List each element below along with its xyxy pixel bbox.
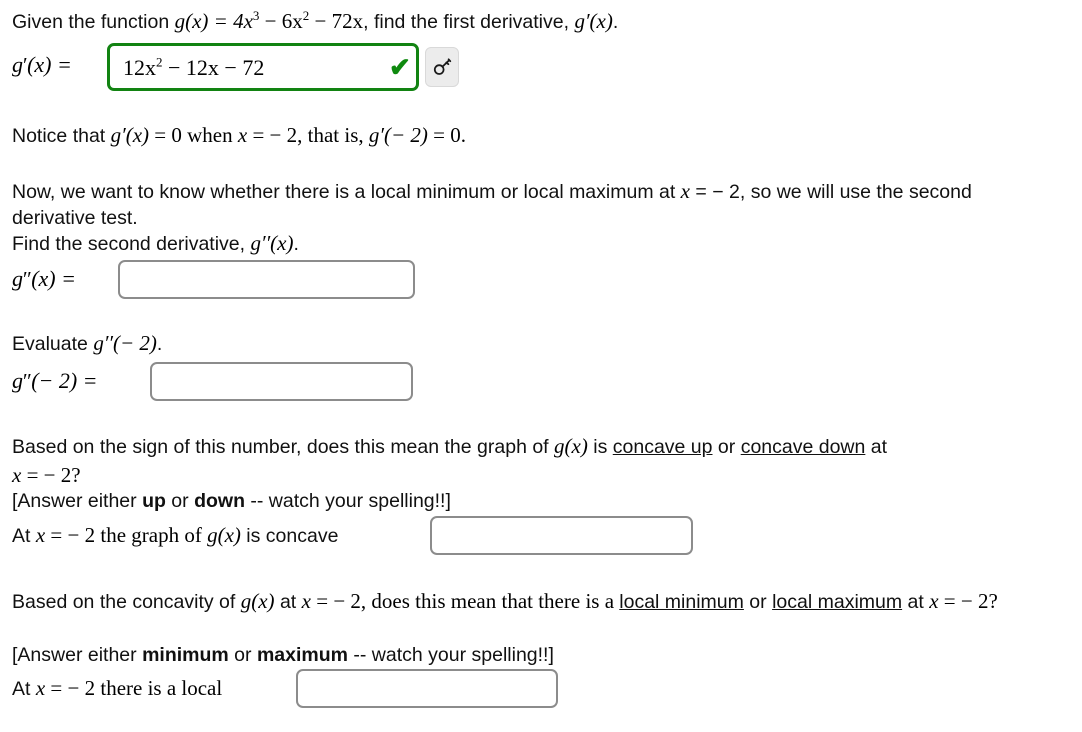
problem-function-mid: − 6x: [259, 9, 303, 33]
q4-label-math-x: x: [35, 523, 46, 547]
q1-label-g: g: [12, 52, 23, 77]
problem-intro-prefix: Given the function: [12, 11, 175, 33]
q5-label-b: = − 2 there is a local: [45, 676, 223, 700]
q2-label-g: g: [12, 266, 23, 291]
problem-intro-suffix: , find the first derivative,: [363, 11, 575, 33]
explanation-math-x: x: [680, 179, 690, 203]
q3-label: g′′(− 2) =: [12, 368, 98, 394]
concavity-line2-text: = − 2?: [21, 463, 81, 487]
explanation-second-derivative: g′′(x): [250, 231, 294, 255]
q1-label-arg: (x) =: [27, 52, 72, 77]
q2-label: g′′(x) =: [12, 266, 76, 292]
q3-label-g: g: [12, 368, 23, 393]
q2-label-primes: ′′: [23, 267, 32, 291]
notice-text-3: = − 2, that is,: [247, 123, 369, 147]
concavity-hint-a: [Answer either: [12, 490, 143, 512]
q1-answer-key-button[interactable]: [425, 47, 459, 87]
problem-statement: Given the function g(x) = 4x3 − 6x2 − 72…: [12, 8, 1072, 35]
q2-answer-input[interactable]: [118, 260, 415, 299]
concavity-hint-b: -- watch your spelling!!]: [244, 490, 451, 512]
evaluate-period: .: [156, 333, 163, 355]
problem-function-g: g(x) = 4x3 − 6x2 − 72x: [174, 8, 364, 33]
concavity-question-line2: x = − 2?: [12, 462, 1034, 489]
q5-label-math-x: x: [35, 676, 46, 700]
extremum-hint-minimum: minimum: [142, 644, 229, 666]
extremum-hint-mid: or: [228, 644, 257, 666]
concavity-text-c: at: [865, 436, 888, 458]
explanation-period: .: [293, 233, 299, 255]
concavity-math-g: g(x): [554, 434, 588, 458]
extremum-hint-b: -- watch your spelling!!]: [347, 644, 554, 666]
concave-down-link[interactable]: concave down: [741, 436, 866, 458]
problem-intro-period: .: [612, 11, 619, 33]
q5-label: At x = − 2 there is a local: [12, 675, 312, 702]
concavity-or: or: [712, 436, 741, 458]
q1-answer-input[interactable]: [107, 43, 419, 91]
q4-label-b: = − 2 the graph of: [45, 523, 208, 547]
concavity-question: Based on the sign of this number, does t…: [12, 433, 1034, 460]
extremum-math-x: x: [301, 589, 311, 613]
local-minimum-link[interactable]: local minimum: [619, 591, 744, 613]
extremum-line2-a: at: [902, 591, 930, 613]
notice-math-2: x: [237, 123, 248, 147]
exercise-page: Given the function g(x) = 4x3 − 6x2 − 72…: [0, 0, 1082, 732]
q4-label-c: is concave: [240, 525, 339, 547]
concavity-math-x: x: [12, 463, 22, 487]
concavity-hint-down: down: [194, 490, 245, 512]
concavity-hint-mid: or: [165, 490, 195, 512]
extremum-line2-b: = − 2?: [938, 589, 998, 613]
extremum-question: Based on the concavity of g(x) at x = − …: [12, 588, 1012, 615]
extremum-math-g: g(x): [240, 589, 275, 613]
extremum-text-c: = − 2, does this mean that there is a: [310, 589, 620, 613]
notice-text-2: = 0 when: [149, 123, 238, 147]
q5-answer-input[interactable]: [296, 669, 558, 708]
problem-first-derivative-name: g′(x): [574, 9, 613, 33]
explanation-line-2: Find the second derivative, g′′(x).: [12, 230, 1042, 257]
concavity-text-b: is: [587, 436, 613, 458]
notice-math-3: g′(− 2): [368, 123, 428, 147]
notice-math-1: g′(x): [110, 123, 150, 147]
notice-text-1: Notice that: [12, 125, 111, 147]
notice-text-4: = 0.: [427, 123, 467, 147]
problem-function-tail: − 72x: [309, 9, 364, 33]
concavity-hint-up: up: [142, 490, 166, 512]
notice-line: Notice that g′(x) = 0 when x = − 2, that…: [12, 122, 1072, 149]
extremum-hint-maximum: maximum: [256, 644, 348, 666]
extremum-hint-a: [Answer either: [12, 644, 143, 666]
q2-label-arg: (x) =: [31, 266, 76, 291]
extremum-or: or: [743, 591, 773, 613]
q4-label-a: At: [12, 525, 36, 547]
evaluate-text-a: Evaluate: [12, 333, 94, 355]
concave-up-link[interactable]: concave up: [613, 436, 713, 458]
evaluate-line: Evaluate g′′(− 2).: [12, 330, 812, 357]
explanation-find-text: Find the second derivative,: [12, 233, 251, 255]
q4-label: At x = − 2 the graph of g(x) is concave: [12, 522, 432, 549]
extremum-text-b: at: [274, 591, 302, 613]
explanation-line-1: Now, we want to know whether there is a …: [12, 178, 1042, 231]
q4-answer-input[interactable]: [430, 516, 693, 555]
extremum-text-a: Based on the concavity of: [12, 591, 241, 613]
q3-label-arg: (− 2) =: [31, 368, 98, 393]
extremum-line2-math-x: x: [929, 589, 939, 613]
q4-label-math-g: g(x): [207, 523, 241, 547]
explanation-text-a: Now, we want to know whether there is a …: [12, 181, 681, 203]
q1-label: g′(x) =: [12, 52, 72, 78]
concavity-hint: [Answer either up or down -- watch your …: [12, 488, 1034, 514]
q1-correct-check-icon: ✔: [389, 52, 411, 82]
local-maximum-link[interactable]: local maximum: [772, 591, 902, 613]
q3-label-primes: ′′: [23, 369, 32, 393]
concavity-text-a: Based on the sign of this number, does t…: [12, 436, 555, 458]
evaluate-math: g′′(− 2): [93, 331, 157, 355]
q3-answer-input[interactable]: [150, 362, 413, 401]
extremum-hint: [Answer either minimum or maximum -- wat…: [12, 642, 1012, 668]
q5-label-a: At: [12, 678, 36, 700]
key-icon: [432, 57, 452, 77]
